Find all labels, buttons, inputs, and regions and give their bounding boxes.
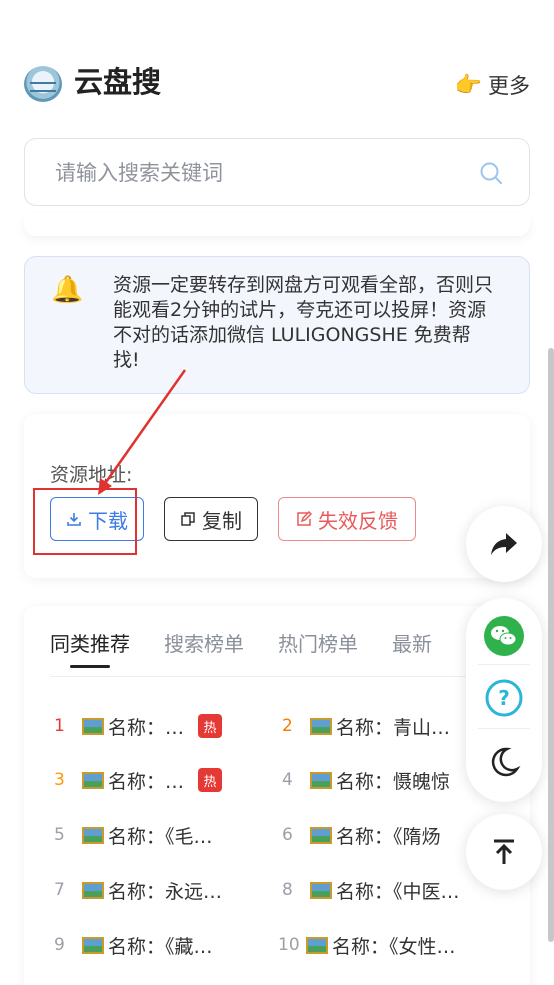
image-icon bbox=[310, 771, 332, 789]
rank-number: 7 bbox=[54, 880, 65, 900]
wechat-button[interactable] bbox=[482, 614, 526, 658]
notice-text: 资源一定要转存到网盘方可观看全部，否则只能观看2分钟的试片，夸克还可以投屏！资源… bbox=[113, 274, 494, 371]
dark-mode-button[interactable] bbox=[482, 740, 526, 784]
copy-icon bbox=[181, 512, 195, 526]
tab-hot-ranking[interactable]: 热门榜单 bbox=[278, 628, 358, 678]
arrow-up-icon bbox=[494, 839, 514, 864]
image-icon bbox=[306, 936, 328, 954]
rank-number: 2 bbox=[282, 716, 293, 736]
item-name: 名称：《隋炀 bbox=[336, 825, 441, 848]
rank-number: 8 bbox=[282, 880, 293, 900]
rank-number: 5 bbox=[54, 825, 65, 845]
card-bottom-edge bbox=[24, 214, 530, 236]
annotation-highlight-box bbox=[33, 488, 137, 555]
site-logo[interactable] bbox=[24, 66, 62, 102]
list-item[interactable]: 4 名称：慑魄惊 bbox=[282, 764, 450, 796]
scrollbar[interactable] bbox=[548, 348, 554, 942]
header: 云盘搜 👉 更多 bbox=[24, 62, 530, 102]
svg-text:?: ? bbox=[498, 686, 510, 710]
item-name: 名称：… bbox=[108, 770, 185, 793]
floating-toolbar: ? bbox=[466, 598, 542, 802]
edit-icon bbox=[297, 511, 312, 526]
list-item[interactable]: 1 名称：… 热 bbox=[54, 710, 223, 742]
item-name: 名称：《藏… bbox=[108, 935, 213, 958]
share-icon bbox=[491, 533, 517, 555]
image-icon bbox=[310, 717, 332, 735]
image-icon bbox=[310, 826, 332, 844]
site-title[interactable]: 云盘搜 bbox=[74, 62, 161, 102]
copy-button[interactable]: 复制 bbox=[164, 497, 258, 541]
wechat-icon bbox=[484, 616, 524, 656]
item-name: 名称：《女性… bbox=[332, 935, 456, 958]
tab-bar: 同类推荐 搜索榜单 热门榜单 最新 更多 bbox=[50, 628, 520, 678]
search-icon[interactable] bbox=[479, 161, 503, 185]
image-icon bbox=[82, 717, 104, 735]
image-icon bbox=[82, 881, 104, 899]
hot-badge: 热 bbox=[198, 714, 223, 738]
pointing-hand-icon: 👉 bbox=[454, 72, 482, 98]
item-name: 名称：… bbox=[108, 716, 185, 739]
tab-similar[interactable]: 同类推荐 bbox=[50, 628, 130, 678]
item-name: 名称：青山… bbox=[336, 716, 451, 739]
tab-divider bbox=[50, 676, 530, 677]
image-icon bbox=[310, 881, 332, 899]
list-item[interactable]: 9 名称：《藏… bbox=[54, 929, 213, 961]
item-name: 名称：慑魄惊 bbox=[336, 770, 451, 793]
image-icon bbox=[82, 826, 104, 844]
image-icon bbox=[82, 771, 104, 789]
share-button[interactable] bbox=[466, 506, 542, 582]
recommendation-card: 同类推荐 搜索榜单 热门榜单 最新 更多 1 名称：… 热 2 名称：青山… 3… bbox=[24, 606, 530, 985]
rank-number: 3 bbox=[54, 770, 65, 790]
tab-latest[interactable]: 最新 bbox=[392, 628, 432, 678]
list-item[interactable]: 10 名称：《女性… bbox=[278, 929, 456, 961]
search-input[interactable] bbox=[55, 153, 455, 193]
list-item[interactable]: 8 名称：《中医… bbox=[282, 874, 460, 906]
bell-icon: 🔔 bbox=[51, 275, 84, 305]
rank-number: 1 bbox=[54, 716, 65, 736]
more-label: 更多 bbox=[488, 74, 530, 98]
list-item[interactable]: 6 名称：《隋炀 bbox=[282, 819, 441, 851]
image-icon bbox=[82, 936, 104, 954]
hot-badge: 热 bbox=[198, 768, 223, 792]
notice-banner: 🔔 资源一定要转存到网盘方可观看全部，否则只能观看2分钟的试片，夸克还可以投屏！… bbox=[24, 256, 530, 394]
list-item[interactable]: 5 名称：《毛… bbox=[54, 819, 213, 851]
tab-search-ranking[interactable]: 搜索榜单 bbox=[164, 628, 244, 678]
copy-label: 复制 bbox=[202, 508, 242, 533]
item-name: 名称：《毛… bbox=[108, 825, 213, 848]
rank-number: 4 bbox=[282, 770, 293, 790]
rank-number: 9 bbox=[54, 935, 65, 955]
help-icon: ? bbox=[485, 679, 523, 717]
report-label: 失效反馈 bbox=[318, 508, 398, 533]
report-invalid-button[interactable]: 失效反馈 bbox=[278, 497, 416, 541]
help-button[interactable]: ? bbox=[482, 676, 526, 720]
search-bar bbox=[24, 138, 530, 206]
resource-address-label: 资源地址: bbox=[50, 464, 133, 486]
list-item[interactable]: 7 名称：永远… bbox=[54, 874, 222, 906]
toolbar-divider bbox=[478, 728, 530, 729]
list-item[interactable]: 3 名称：… 热 bbox=[54, 764, 223, 796]
list-item[interactable]: 2 名称：青山… bbox=[282, 710, 450, 742]
more-button[interactable]: 👉 更多 bbox=[455, 70, 530, 100]
toolbar-divider bbox=[478, 664, 530, 665]
back-to-top-button[interactable] bbox=[466, 814, 542, 890]
item-name: 名称：永远… bbox=[108, 880, 223, 903]
item-name: 名称：《中医… bbox=[336, 880, 460, 903]
rank-number: 6 bbox=[282, 825, 293, 845]
moon-icon bbox=[491, 747, 521, 777]
rank-number: 10 bbox=[278, 935, 300, 955]
